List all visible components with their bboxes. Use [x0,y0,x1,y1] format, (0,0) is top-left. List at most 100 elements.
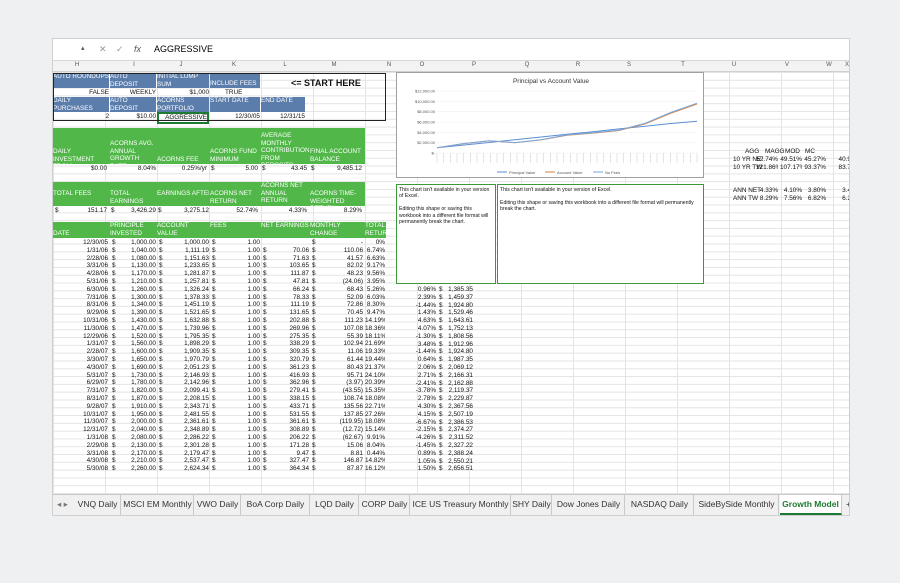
y-tick-label: $8,000.00 [417,109,436,114]
table-row[interactable]: 11/30/07 2,000.00 $2,361.61 $1.00 $361.61 $ (1… [53,418,386,426]
column-header-H[interactable]: H [67,62,87,68]
dollar-sign: $ [112,348,116,356]
stat-cell: 45.27% [804,156,826,163]
table-cell: 1,820.00 [131,387,156,395]
table-header-2: ACCOUNT VALUE [157,222,209,238]
table-row[interactable]: 6/30/06 1,260.00 $1,326.24 $1.00 $66.24 $68.4… [53,286,386,294]
dollar-sign: $ [112,309,116,317]
table-cell: 2,051.23 [184,363,209,371]
table-row[interactable]: 3/31/08 2,170.00 $2,179.47 $1.00 $9.47 $8.81 $… [53,450,386,458]
tab-vnq-daily[interactable]: VNQ Daily [75,495,121,515]
table-row[interactable]: 1/31/07 1,560.00 $1,898.29 $1.00 $338.29 $102… [53,340,386,348]
table-cell: 275.35 [289,332,309,340]
tab-boa-corp-daily[interactable]: BoA Corp Daily [242,495,310,515]
tab-nasdaq-daily[interactable]: NASDAQ Daily [626,495,694,515]
table-row[interactable]: 4/28/06 1,170.00 $1,281.87 $1.00 $111.87 $48.… [53,270,386,278]
column-header-T[interactable]: T [673,62,693,68]
dollar-sign: $ [159,418,163,426]
table-row[interactable]: 6/29/07 1,780.00 $2,142.96 $1.00 $362.96 $ (3.… [53,379,386,387]
table-row[interactable]: 12/29/06 1,520.00 $1,795.35 $1.00 $275.35 $55… [53,333,386,341]
table-row[interactable]: 2/28/06 1,080.00 $1,151.63 $1.00 $71.63 $41.5… [53,255,386,263]
dollar-sign: $ [212,239,216,246]
dollar-sign: $ [112,418,116,426]
unavailable-chart-right[interactable]: This chart isn't available in your versi… [497,184,704,284]
tab-shy-daily[interactable]: SHY Daily [512,495,552,515]
table-row[interactable]: 11/30/06 1,470.00 $1,739.96 $1.00 $269.96 $10… [53,325,386,333]
column-header-J[interactable]: J [171,62,191,68]
table-cell: 21.69% [365,340,385,348]
table-row[interactable]: 12/31/07 2,040.00 $2,348.89 $1.00 $308.89 $ (1… [53,426,386,434]
table-row[interactable]: 8/31/07 1,870.00 $2,208.15 $1.00 $338.15 $108… [53,395,386,403]
table-row[interactable]: 9/28/07 1,910.00 $2,343.71 $1.00 $433.71 $135… [53,403,386,411]
column-header-N[interactable]: N [379,62,399,68]
column-header-Q[interactable]: Q [517,62,537,68]
tab-dow-jones-daily[interactable]: Dow Jones Daily [553,495,625,515]
column-header-X[interactable]: X [837,62,849,68]
table-row[interactable]: 10/31/07 1,950.00 $2,481.55 $1.00 $531.55 $13… [53,411,386,419]
table-row[interactable]: 3/30/07 1,650.00 $1,970.79 $1.00 $320.79 $61.… [53,356,386,364]
confirm-icon[interactable]: ✓ [116,44,124,55]
column-header-I[interactable]: I [124,62,144,68]
dollar-sign: $ [212,324,216,332]
column-header-L[interactable]: L [275,62,295,68]
name-box-stepper[interactable]: ▴ [81,44,85,52]
column-header-V[interactable]: V [777,62,797,68]
y-tick-label: $12,000.00 [415,89,436,94]
table-cell: 41.57 [347,254,363,262]
table-cell: 11/30/07 [83,418,108,426]
column-header-R[interactable]: R [568,62,588,68]
tab-ice-us-treasury-monthly[interactable]: ICE US Treasury Monthly [411,495,511,515]
function-icon[interactable]: fx [134,44,141,54]
table-cell: 68.43 [347,285,363,293]
tab-sidebyside-monthly[interactable]: SideBySide Monthly [695,495,779,515]
column-header-P[interactable]: P [464,62,484,68]
table-row[interactable]: 9/29/06 1,390.00 $1,521.65 $1.00 $131.65 $70.… [53,309,386,317]
column-header-M[interactable]: M [324,62,344,68]
table-row[interactable]: 5/31/07 1,730.00 $2,146.93 $1.00 $416.93 $95.… [53,372,386,380]
table-cell: 22.71% [365,402,385,410]
table-row[interactable]: 1/31/08 2,080.00 $2,286.22 $1.00 $206.22 $ (62… [53,434,386,442]
tab-growth-model[interactable]: Growth Model [780,495,842,515]
column-header-U[interactable]: U [724,62,744,68]
table-row[interactable]: 5/31/06 1,210.00 $1,257.81 $1.00 $47.81 $ (24.… [53,278,386,286]
dollar-sign: $ [212,278,216,285]
table-cell: 361.61 [289,418,309,426]
dollar-sign: $ [159,317,163,324]
tab-lqd-daily[interactable]: LQD Daily [311,495,359,515]
cancel-icon[interactable]: ✕ [99,44,107,55]
table-cell: 1.00 [247,410,260,418]
unavailable-chart-left[interactable]: This chart isn't available in your versi… [396,184,496,284]
column-header-S[interactable]: S [619,62,639,68]
tab-scroll-left-icon[interactable]: ◂ ▸ [57,499,68,510]
table-row[interactable]: 3/31/06 1,130.00 $1,233.65 $1.00 $103.65 $82.… [53,262,386,270]
tab-corp-daily[interactable]: CORP Daily [360,495,410,515]
table-row[interactable]: 2/28/07 1,600.00 $1,909.35 $1.00 $309.35 $11.… [53,348,386,356]
tab-vwo-daily[interactable]: VWO Daily [195,495,241,515]
table-row[interactable]: 4/30/08 2,210.00 $2,537.47 $1.00 $327.47 $146… [53,457,386,465]
table-row[interactable]: 12/30/05 1,000.00 $1,000.00 $1.00 $ - $0% [53,239,386,247]
column-header-O[interactable]: O [412,62,432,68]
table-row[interactable]: 1/31/06 1,040.00 $1,111.19 $1.00 $70.06 $110.… [53,247,386,255]
dollar-sign: $ [112,270,116,278]
table-cell: 1.00 [247,426,260,434]
tab-msci-em-monthly[interactable]: MSCI EM Monthly [122,495,194,515]
table-row[interactable]: 10/31/06 1,430.00 $1,632.88 $1.00 $202.88 $11… [53,317,386,325]
val-total-earnings: 3,426.29 [131,207,156,214]
table-cell: 1,910.00 [131,402,156,410]
twr-percent: 3.48% [417,340,436,348]
formula-input[interactable]: AGGRESSIVE [154,44,213,54]
table-cell: 1/31/07 [86,340,108,348]
twr-percent: -3.78% [415,387,436,395]
column-header-W[interactable]: W [819,62,839,68]
table-row[interactable]: 5/30/08 2,260.00 $2,624.34 $1.00 $364.34 $87.… [53,465,386,473]
column-header-K[interactable]: K [224,62,244,68]
table-row[interactable]: 2/29/08 2,130.00 $2,301.28 $1.00 $171.28 $15.… [53,442,386,450]
table-row[interactable]: 7/31/06 1,300.00 $1,378.33 $1.00 $78.33 $52.0… [53,294,386,302]
table-row[interactable]: 4/30/07 1,690.00 $2,051.23 $1.00 $361.23 $80.… [53,364,386,372]
table-cell: 1,470.00 [131,324,156,332]
chart-principal-vs-account[interactable]: Principal vs Account Value $12,000.00 $10,… [396,72,704,178]
tab--[interactable]: + [843,495,849,515]
sheet-grid[interactable]: AUTO ROUNDUPS AUTO DEPOSIT SCHEDULE INIT… [53,72,849,504]
table-row[interactable]: 7/31/07 1,820.00 $2,099.41 $1.00 $279.41 $ (43… [53,387,386,395]
table-row[interactable]: 8/31/06 1,340.00 $1,451.19 $1.00 $111.19 $72.… [53,301,386,309]
